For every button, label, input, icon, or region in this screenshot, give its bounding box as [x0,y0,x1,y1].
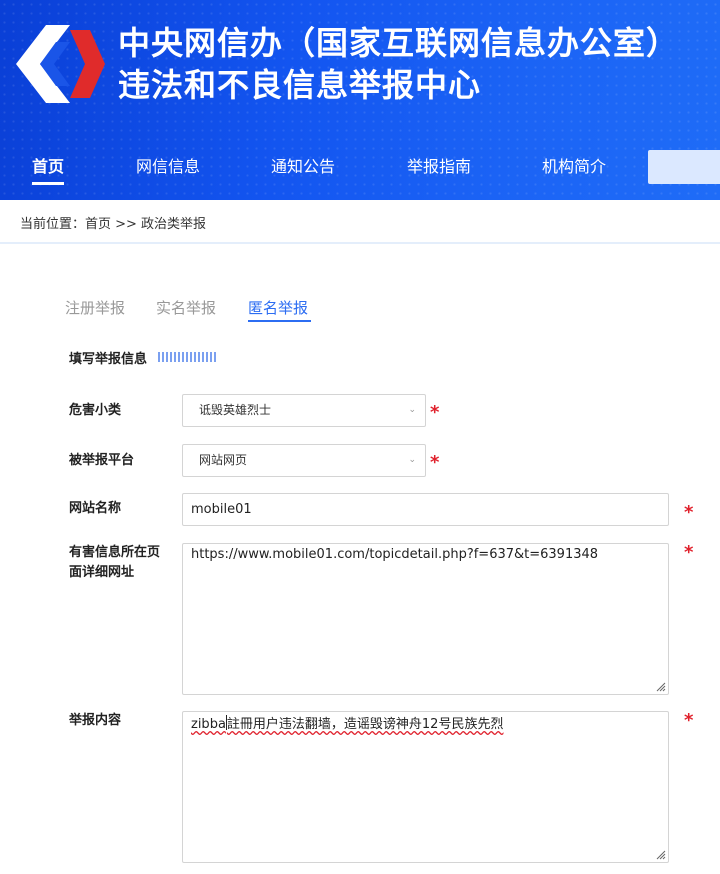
site-title: 中央网信办（国家互联网信息办公室） 违法和不良信息举报中心 [118,22,679,106]
platform-value: 网站网页 [199,453,248,467]
search-input[interactable] [648,150,720,184]
report-center-logo-icon [16,25,105,103]
required-mark: * [684,710,694,731]
site-title-line2: 违法和不良信息举报中心 [118,66,482,104]
breadcrumb: 当前位置：首页 >> 政治类举报 [0,200,720,244]
section-title: 填写举报信息 [69,352,148,367]
required-mark: * [430,452,440,473]
content-value-rest: 註冊用户违法翻墙，造谣毁谤神舟12号民族先烈 [226,717,504,732]
content-value-prefix: zibba [191,717,226,732]
required-mark: * [684,542,694,563]
required-mark: * [684,502,694,523]
tab-anonymous-report[interactable]: 匿名举报 [248,297,308,318]
site-name-input[interactable]: mobile01 [182,493,669,526]
tab-active-indicator [248,320,311,322]
header-banner: 中央网信办（国家互联网信息办公室） 违法和不良信息举报中心 首页 网信信息 通知… [0,0,720,200]
resize-handle-icon[interactable] [655,681,666,692]
breadcrumb-text: 当前位置：首页 >> 政治类举报 [20,217,207,232]
nav-item-about[interactable]: 机构简介 [542,156,606,178]
main-nav: 首页 网信信息 通知公告 举报指南 机构简介 [0,140,720,200]
site-title-line1: 中央网信办（国家互联网信息办公室） [118,24,680,62]
page-url-value: https://www.mobile01.com/topicdetail.php… [191,547,599,562]
page-url-label: 有害信息所在页面详细网址 [69,545,161,580]
platform-select[interactable]: 网站网页 ⌄ [182,444,426,477]
content-label: 举报内容 [69,713,122,728]
site-name-label: 网站名称 [69,501,122,516]
nav-item-guide[interactable]: 举报指南 [407,156,471,178]
nav-item-news[interactable]: 网信信息 [136,156,200,178]
tab-real-name-report[interactable]: 实名举报 [156,297,216,318]
content-textarea[interactable]: zibba註冊用户违法翻墙，造谣毁谤神舟12号民族先烈 [182,711,669,863]
chevron-down-icon: ⌄ [408,455,416,465]
nav-active-indicator [32,182,64,185]
subcategory-value: 诋毁英雄烈士 [199,403,272,417]
resize-handle-icon[interactable] [655,849,666,860]
chevron-down-icon: ⌄ [408,405,416,415]
page-url-textarea[interactable]: https://www.mobile01.com/topicdetail.php… [182,543,669,695]
subcategory-label: 危害小类 [69,403,122,418]
required-mark: * [430,402,440,423]
nav-item-notices[interactable]: 通知公告 [271,156,335,178]
tab-registered-report[interactable]: 注册举报 [65,297,125,318]
platform-label: 被举报平台 [69,453,135,468]
subcategory-select[interactable]: 诋毁英雄烈士 ⌄ [182,394,426,427]
section-decoration [158,352,216,362]
nav-item-home[interactable]: 首页 [32,156,64,178]
